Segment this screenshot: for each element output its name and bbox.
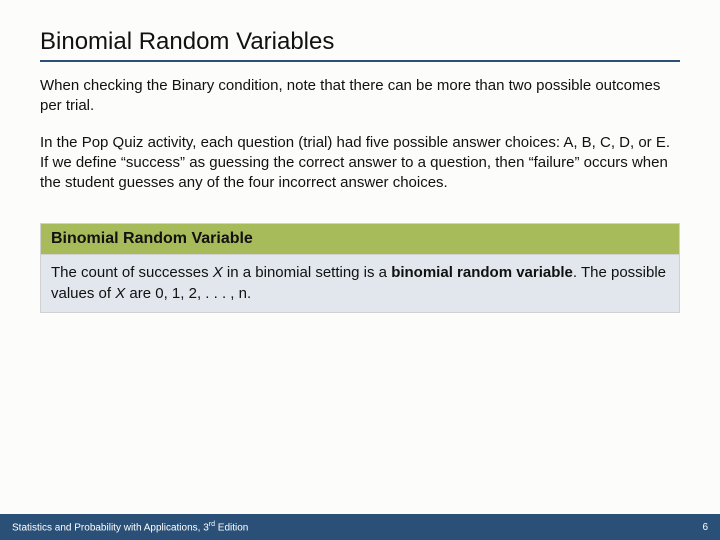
definition-body: The count of successes X in a binomial s… xyxy=(40,254,680,313)
footer-book-post: Edition xyxy=(215,522,248,533)
footer-book-title: Statistics and Probability with Applicat… xyxy=(12,521,248,533)
footer-book-pre: Statistics and Probability with Applicat… xyxy=(12,522,209,533)
definition-text-post: are 0, 1, 2, . . . , n. xyxy=(125,285,251,302)
definition-term: binomial random variable xyxy=(391,264,573,281)
definition-text-pre: The count of successes xyxy=(51,264,213,281)
slide-footer: Statistics and Probability with Applicat… xyxy=(0,514,720,540)
intro-paragraph-1: When checking the Binary condition, note… xyxy=(40,76,680,117)
definition-var-x-2: X xyxy=(115,285,125,302)
intro-paragraph-2: In the Pop Quiz activity, each question … xyxy=(40,133,680,194)
definition-box: Binomial Random Variable The count of su… xyxy=(40,223,680,313)
definition-var-x-1: X xyxy=(213,264,223,281)
footer-page-number: 6 xyxy=(702,522,708,533)
slide-title: Binomial Random Variables xyxy=(40,28,680,62)
definition-header: Binomial Random Variable xyxy=(40,223,680,254)
definition-text-mid1: in a binomial setting is a xyxy=(223,264,391,281)
